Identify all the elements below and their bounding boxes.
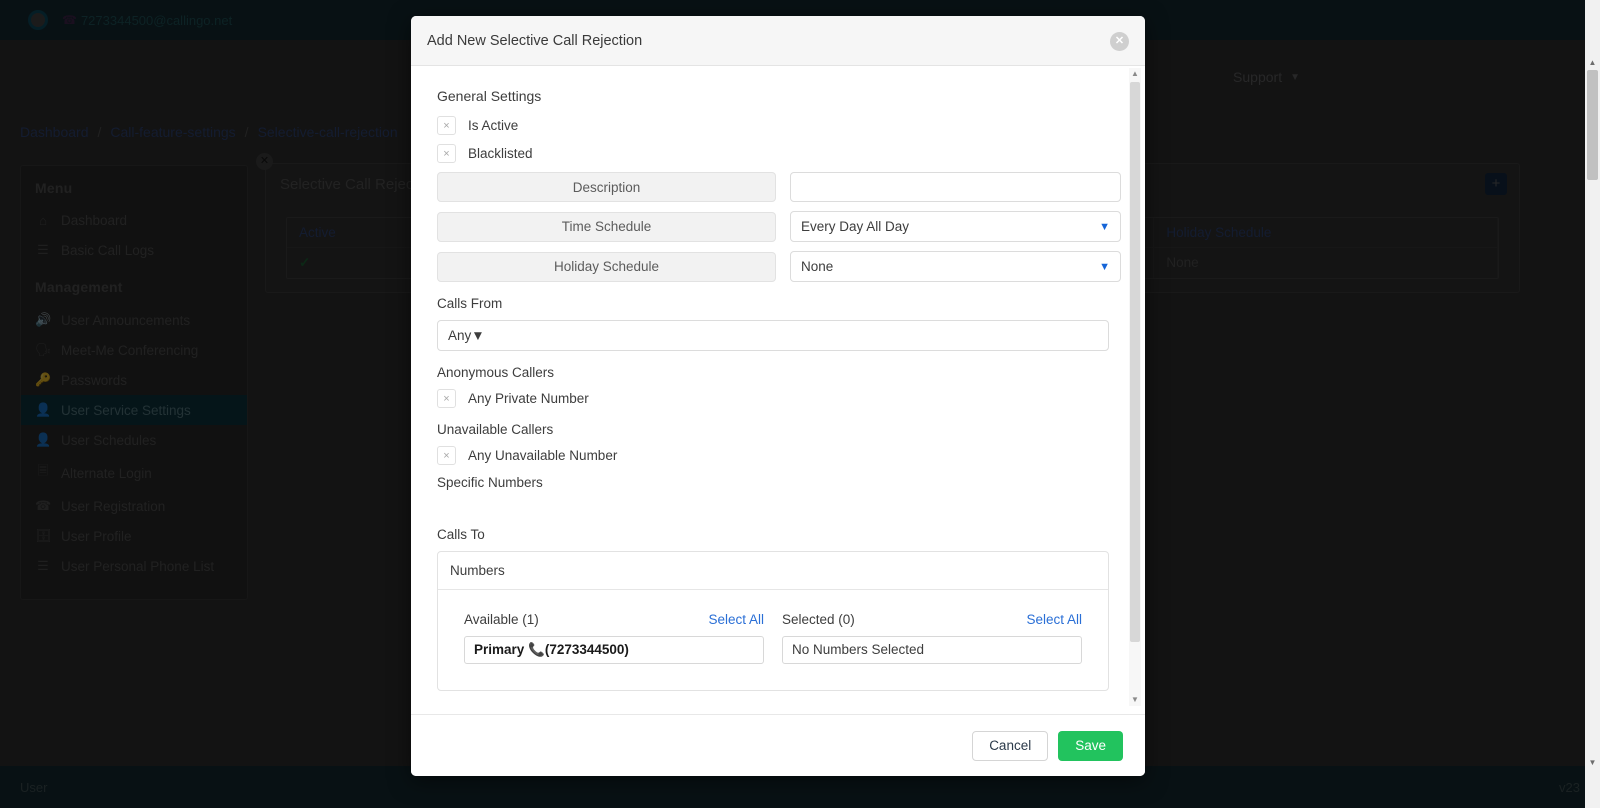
add-selective-call-rejection-dialog: Add New Selective Call Rejection ✕ Gener… [411,16,1145,776]
checkbox-row-is-active[interactable]: × Is Active [437,116,1121,135]
checkbox-row-any-private-number[interactable]: × Any Private Number [437,389,1121,408]
calls-from-select[interactable]: Any ▼ [437,320,1109,351]
time-schedule-select[interactable]: Every Day All Day ▼ [790,211,1121,242]
is-active-label: Is Active [468,118,519,133]
unavailable-callers-label: Unavailable Callers [437,422,554,437]
is-active-checkbox[interactable]: × [437,116,456,135]
chevron-down-icon: ▼ [471,328,485,343]
save-button[interactable]: Save [1058,730,1123,761]
available-item-name: Primary [474,642,529,657]
any-unavailable-number-checkbox[interactable]: × [437,446,456,465]
general-settings-label: General Settings [437,88,542,104]
blacklisted-label: Blacklisted [468,146,533,161]
specific-numbers-label: Specific Numbers [437,475,543,490]
any-private-number-checkbox[interactable]: × [437,389,456,408]
checkbox-row-blacklisted[interactable]: × Blacklisted [437,144,1121,163]
close-icon[interactable]: ✕ [1110,32,1129,51]
scroll-up-icon[interactable]: ▲ [1585,55,1600,70]
scroll-down-icon[interactable]: ▼ [1129,694,1141,706]
available-count-label: Available (1) [464,612,539,627]
selected-list[interactable]: No Numbers Selected [782,636,1082,664]
holiday-schedule-select[interactable]: None ▼ [790,251,1121,282]
field-row-holiday-schedule: Holiday Schedule None ▼ [437,251,1121,282]
numbers-card-title: Numbers [438,552,1108,590]
cancel-button[interactable]: Cancel [972,730,1049,761]
numbers-card-body: Available (1) Select All Primary 📞(72733… [438,590,1108,690]
available-item-number: (7273344500) [544,642,629,657]
page-scroll-thumb[interactable] [1587,70,1598,180]
available-select-all-link[interactable]: Select All [708,612,764,627]
calls-from-value: Any [448,328,472,343]
selected-column: Selected (0) Select All No Numbers Selec… [782,612,1082,664]
available-column: Available (1) Select All Primary 📞(72733… [464,612,764,664]
description-label: Description [437,172,776,202]
available-list[interactable]: Primary 📞(7273344500) [464,636,764,664]
selected-header: Selected (0) Select All [782,612,1082,627]
holiday-schedule-label: Holiday Schedule [437,251,776,282]
scroll-up-icon[interactable]: ▲ [1129,68,1141,80]
field-row-description: Description [437,172,1121,202]
dialog-title: Add New Selective Call Rejection [427,32,643,49]
description-input[interactable] [790,172,1121,202]
selected-empty-text: No Numbers Selected [792,642,925,657]
available-header: Available (1) Select All [464,612,764,627]
phone-icon: 📞 [528,642,545,657]
chevron-down-icon: ▼ [1099,260,1110,273]
dialog-footer: Cancel Save [411,714,1145,776]
scroll-down-icon[interactable]: ▼ [1585,755,1600,770]
dialog-scroll-thumb[interactable] [1130,82,1140,642]
numbers-card: Numbers Available (1) Select All Primary… [437,551,1109,691]
any-private-number-label: Any Private Number [468,391,589,406]
anonymous-callers-label: Anonymous Callers [437,365,555,380]
dialog-scrollbar[interactable]: ▲ ▼ [1129,68,1141,706]
selected-count-label: Selected (0) [782,612,855,627]
dual-list: Available (1) Select All Primary 📞(72733… [464,612,1082,664]
time-schedule-value: Every Day All Day [801,219,910,234]
calls-from-label: Calls From [437,296,503,311]
page-scrollbar[interactable]: ▲ ▼ [1585,0,1600,808]
calls-to-label: Calls To [437,527,485,542]
selected-select-all-link[interactable]: Select All [1026,612,1082,627]
dialog-header: Add New Selective Call Rejection ✕ [411,16,1145,66]
holiday-schedule-value: None [801,259,834,274]
blacklisted-checkbox[interactable]: × [437,144,456,163]
field-row-time-schedule: Time Schedule Every Day All Day ▼ [437,211,1121,242]
checkbox-row-any-unavailable-number[interactable]: × Any Unavailable Number [437,446,1121,465]
dialog-body[interactable]: General Settings × Is Active × Blacklist… [411,66,1145,714]
time-schedule-label: Time Schedule [437,211,776,242]
any-unavailable-number-label: Any Unavailable Number [468,448,618,463]
chevron-down-icon: ▼ [1099,220,1110,233]
